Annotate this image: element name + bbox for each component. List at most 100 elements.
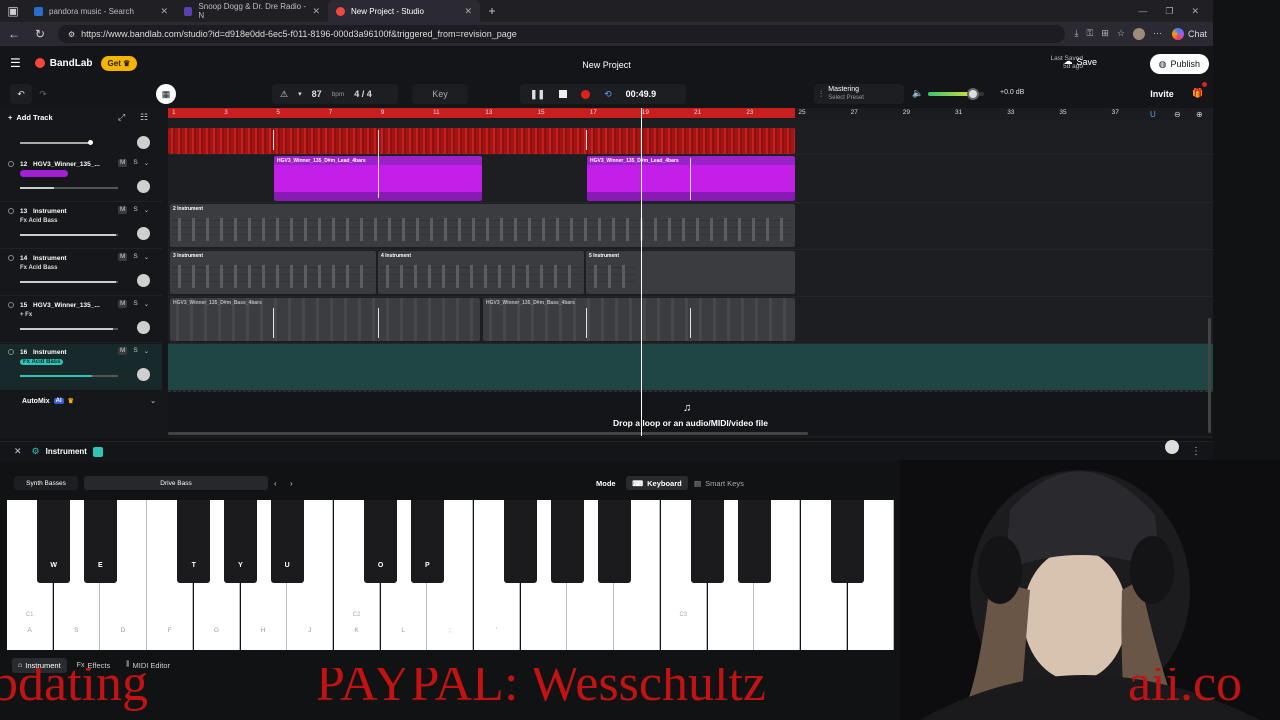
- mute-button[interactable]: M: [118, 253, 128, 261]
- piano-black-key[interactable]: [691, 500, 724, 583]
- bookmark-star-icon[interactable]: ☆: [1117, 28, 1125, 40]
- key-icon[interactable]: ⚿: [1087, 28, 1094, 40]
- close-tab-icon[interactable]: ✕: [160, 6, 168, 17]
- track-11-volume-slider[interactable]: [20, 142, 90, 144]
- zoom-in-icon[interactable]: ⊕: [1196, 110, 1203, 119]
- piano-black-key[interactable]: U: [270, 500, 304, 583]
- metronome-toggle[interactable]: ▦: [156, 84, 176, 104]
- keyboard-mode-button[interactable]: ⌨ Keyboard: [626, 476, 688, 490]
- track-header-12[interactable]: 12 HGV3_Winner_135_... M S ⌄: [0, 156, 162, 202]
- back-icon[interactable]: ←: [6, 27, 22, 41]
- piano-black-key[interactable]: [504, 500, 538, 583]
- track-fx-label[interactable]: Fx Acid Bass: [20, 265, 57, 271]
- track-lane-14[interactable]: 3 Instrument 4 Instrument 5 Instrument: [168, 250, 1213, 297]
- track-fx-label[interactable]: + Fx: [20, 312, 32, 318]
- copilot-chat-button[interactable]: Chat: [1171, 28, 1207, 40]
- piano-black-key[interactable]: P: [410, 500, 444, 583]
- mute-button[interactable]: M: [118, 159, 128, 167]
- master-volume-slider[interactable]: [928, 88, 984, 100]
- piano-black-key[interactable]: [550, 500, 584, 583]
- wand-icon[interactable]: ⤢: [118, 112, 125, 123]
- prev-preset-icon[interactable]: ‹: [274, 479, 277, 488]
- solo-button[interactable]: S: [133, 347, 137, 355]
- track-volume-slider[interactable]: [20, 375, 118, 377]
- magnet-icon[interactable]: U: [1150, 110, 1156, 119]
- pause-icon[interactable]: ❚❚: [530, 89, 545, 100]
- chevron-down-icon[interactable]: ⌄: [144, 159, 149, 167]
- timeline-ruler[interactable]: 1 3 5 7 9 11 13 15 17 19 21 23 25 27 29 31 33 35 37: [168, 108, 1213, 118]
- track-header-15[interactable]: 15 HGV3_Winner_135_... + Fx M S ⌄: [0, 297, 162, 343]
- track-lane-16[interactable]: [168, 344, 1213, 391]
- piano-black-key[interactable]: T: [177, 500, 211, 583]
- preset-category-select[interactable]: Synth Basses: [14, 476, 78, 490]
- browser-tab-pandora[interactable]: pandora music - Search ✕: [26, 0, 176, 22]
- piano-black-key[interactable]: [597, 500, 631, 583]
- track-11-volume-thumb[interactable]: [88, 140, 93, 145]
- audio-clip[interactable]: HGV3_Winner_135_D#m_Lead_4bars: [587, 156, 795, 201]
- undo-button[interactable]: ↶: [10, 84, 32, 104]
- invite-button[interactable]: Invite: [1144, 84, 1180, 104]
- chevron-down-icon[interactable]: ▾: [298, 90, 302, 98]
- loop-icon[interactable]: ⟲: [604, 89, 612, 100]
- time-signature[interactable]: 4 / 4: [354, 89, 372, 99]
- vertical-scrollbar[interactable]: [1208, 318, 1211, 433]
- redo-button[interactable]: ↷: [34, 84, 52, 104]
- hamburger-menu-icon[interactable]: ☰: [10, 56, 21, 70]
- gift-icon[interactable]: 🎁: [1192, 88, 1203, 99]
- track-volume-slider[interactable]: [20, 234, 118, 236]
- audio-clip[interactable]: [168, 128, 795, 154]
- smart-keys-mode-button[interactable]: ▤ Smart Keys: [694, 476, 744, 490]
- minimize-icon[interactable]: —: [1138, 6, 1147, 17]
- mute-button[interactable]: M: [118, 300, 128, 308]
- site-info-icon[interactable]: ⚙: [68, 30, 75, 39]
- bandlab-logo[interactable]: BandLab: [34, 58, 93, 69]
- solo-button[interactable]: S: [133, 300, 137, 308]
- master-volume-knob[interactable]: [966, 88, 979, 100]
- horizontal-scrollbar[interactable]: [168, 432, 808, 435]
- key-button[interactable]: Key: [412, 84, 468, 104]
- chevron-down-icon[interactable]: ⌄: [150, 397, 156, 405]
- piano-black-key[interactable]: E: [83, 500, 117, 583]
- zoom-out-icon[interactable]: ⊖: [1174, 110, 1181, 119]
- audio-clip[interactable]: HGV3_Winner_135_D#m_Bass_4bars: [483, 298, 795, 341]
- solo-button[interactable]: S: [133, 253, 137, 261]
- solo-button[interactable]: S: [133, 206, 137, 214]
- stop-icon[interactable]: [559, 90, 568, 98]
- add-track-button[interactable]: + Add Track: [8, 113, 53, 122]
- track-fx-label[interactable]: Fx Acid Bass: [20, 218, 57, 224]
- midi-clip[interactable]: 5 Instrument: [586, 251, 795, 294]
- track-fx-label[interactable]: Fx Acid Bass: [20, 359, 64, 365]
- close-tab-icon[interactable]: ✕: [464, 6, 472, 17]
- window-icon[interactable]: ▣: [0, 4, 26, 18]
- profile-avatar[interactable]: [1132, 28, 1145, 40]
- playhead[interactable]: [641, 108, 642, 436]
- next-preset-icon[interactable]: ›: [290, 479, 293, 488]
- track-settings-icon[interactable]: [8, 208, 14, 214]
- track-header-13[interactable]: 13 Instrument Fx Acid Bass M S ⌄: [0, 203, 162, 249]
- solo-button[interactable]: S: [133, 159, 137, 167]
- extensions-icon[interactable]: ⊞: [1101, 28, 1109, 40]
- reload-icon[interactable]: ↻: [32, 27, 48, 41]
- piano-black-key[interactable]: [737, 500, 771, 583]
- url-field[interactable]: ⚙ https://www.bandlab.com/studio?id=d918…: [58, 25, 1065, 43]
- record-icon[interactable]: [581, 89, 591, 99]
- piano-keyboard[interactable]: C1 A S D F G H J C2 K L; ' C3 W E T Y U O P: [7, 500, 895, 650]
- track-settings-icon[interactable]: [8, 161, 14, 167]
- track-volume-slider[interactable]: [20, 281, 118, 283]
- chevron-down-icon[interactable]: ⌄: [144, 347, 149, 355]
- track-lane-13[interactable]: 2 Instrument: [168, 203, 1213, 250]
- midi-clip[interactable]: 3 Instrument: [170, 251, 376, 294]
- track-settings-icon[interactable]: [8, 302, 14, 308]
- speaker-icon[interactable]: 🔈: [912, 88, 923, 99]
- track-header-14[interactable]: 14 Instrument Fx Acid Bass M S ⌄: [0, 250, 162, 296]
- project-title[interactable]: New Project: [0, 60, 1213, 70]
- publish-button[interactable]: ◍ Publish: [1149, 54, 1209, 74]
- track-lane-11[interactable]: [168, 120, 1213, 155]
- midi-clip[interactable]: 2 Instrument: [170, 204, 795, 247]
- more-menu-icon[interactable]: ⋯: [1153, 28, 1162, 40]
- piano-black-key[interactable]: W: [37, 500, 71, 583]
- preset-select[interactable]: Drive Bass: [84, 476, 268, 490]
- midi-clip[interactable]: 4 Instrument: [378, 251, 584, 294]
- browser-tab-snoop[interactable]: Snoop Dogg & Dr. Dre Radio - N ✕: [176, 0, 328, 22]
- track-header-16[interactable]: 16 Instrument Fx Acid Bass M S ⌄: [0, 344, 162, 390]
